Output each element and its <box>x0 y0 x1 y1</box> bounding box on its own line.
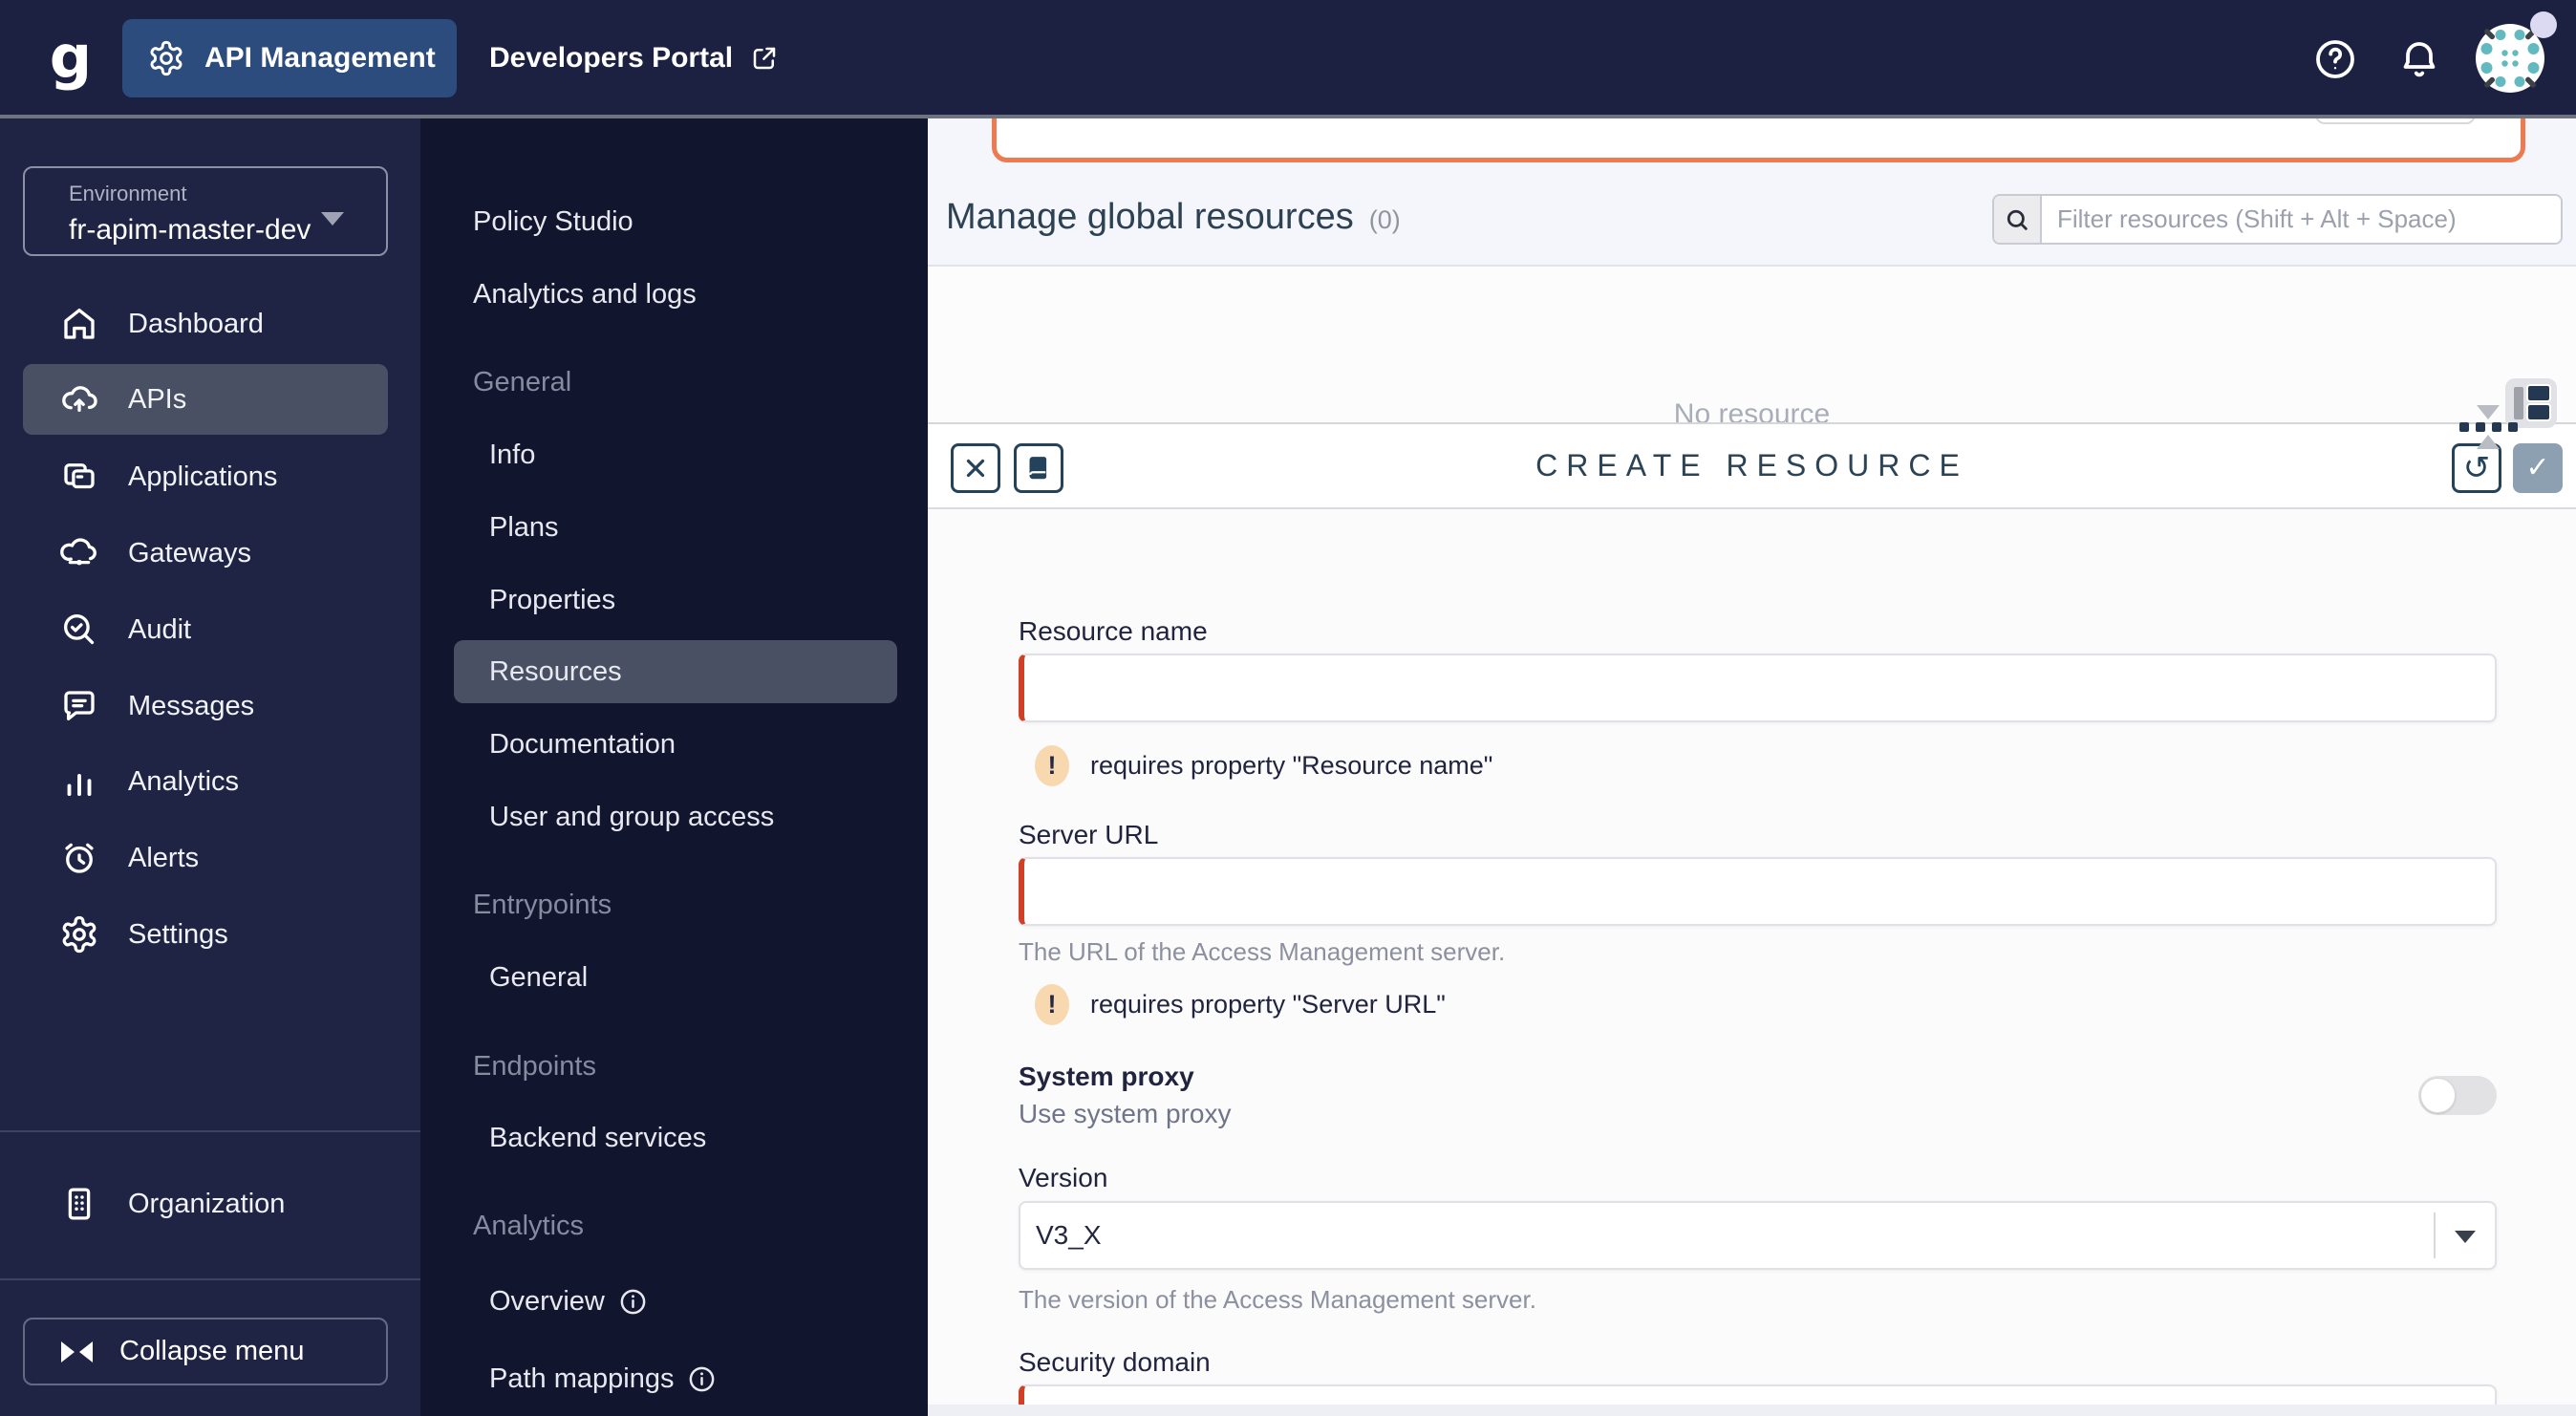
api-menu-section-entrypoints: Entrypoints <box>473 889 612 920</box>
cog-icon <box>147 39 185 77</box>
resource-name-input[interactable] <box>1019 654 2497 722</box>
chevron-down-icon <box>321 212 344 225</box>
chat-bubble-icon <box>59 686 99 726</box>
api-menu-policy-studio[interactable]: Policy Studio <box>473 201 633 243</box>
api-management-button[interactable]: API Management <box>122 19 457 97</box>
panel-resize-handle[interactable] <box>2456 405 2521 449</box>
sidebar-item-messages[interactable]: Messages <box>23 671 388 741</box>
apim-console: Manage global resources (0) No resource <box>0 0 2576 1416</box>
server-url-input[interactable] <box>1019 857 2497 926</box>
external-link-icon <box>750 44 779 73</box>
api-menu-section-endpoints: Endpoints <box>473 1050 596 1082</box>
create-resource-form: Resource name ! requires property "Resou… <box>928 509 2576 1416</box>
main-content: Manage global resources (0) No resource <box>928 80 2576 1416</box>
collapse-icon <box>61 1341 93 1362</box>
api-menu: Policy Studio Analytics and logs General… <box>420 118 928 1416</box>
help-button[interactable] <box>2312 36 2358 82</box>
warning-icon: ! <box>1035 744 1069 786</box>
chevron-down-icon <box>2455 1231 2476 1243</box>
api-menu-entrypoints-general[interactable]: General <box>489 956 588 998</box>
sidebar-item-dashboard[interactable]: Dashboard <box>23 289 388 359</box>
system-proxy-label: System proxy <box>1019 1062 1194 1091</box>
cloud-upload-icon <box>59 379 99 419</box>
chevron-up-icon <box>2477 435 2500 449</box>
sidebar-item-analytics[interactable]: Analytics <box>23 746 388 817</box>
check-icon: ✓ <box>2525 451 2550 484</box>
info-icon <box>618 1287 648 1317</box>
api-menu-resources[interactable]: Resources <box>489 651 622 693</box>
sidebar-item-audit[interactable]: Audit <box>23 594 388 665</box>
sidebar-item-apis[interactable]: APIs <box>23 364 388 435</box>
sidebar-item-settings[interactable]: Settings <box>23 899 388 970</box>
chevron-down-icon <box>2477 405 2500 419</box>
form-bottom-strip <box>928 1405 2576 1416</box>
server-url-hint: The URL of the Access Management server. <box>1019 937 1506 966</box>
page-header: Manage global resources (0) <box>946 197 1401 243</box>
sidebar-item-alerts[interactable]: Alerts <box>23 823 388 893</box>
api-menu-info[interactable]: Info <box>489 434 535 476</box>
sidebar-item-gateways[interactable]: Gateways <box>23 518 388 589</box>
sidebar-item-applications[interactable]: Applications <box>23 441 388 512</box>
avatar-status-badge <box>2530 11 2557 38</box>
server-url-error: ! requires property "Server URL" <box>1035 983 1446 1025</box>
resource-name-error: ! requires property "Resource name" <box>1035 744 1492 786</box>
bar-chart-icon <box>59 762 99 802</box>
version-hint: The version of the Access Management ser… <box>1019 1285 1536 1314</box>
version-select[interactable]: V3_X <box>1019 1201 2497 1270</box>
notifications-button[interactable] <box>2396 36 2442 82</box>
security-domain-label: Security domain <box>1019 1347 1211 1377</box>
environment-sidebar: Environment fr-apim-master-dev Dashboard… <box>0 118 420 1416</box>
reset-button[interactable]: ↺ <box>2452 443 2501 493</box>
environment-selector[interactable]: Environment fr-apim-master-dev <box>23 166 388 256</box>
filter-input[interactable] <box>2042 196 2561 243</box>
info-icon <box>687 1364 717 1394</box>
drag-dots-icon <box>2456 422 2521 432</box>
search-check-icon <box>59 610 99 650</box>
api-menu-plans[interactable]: Plans <box>489 506 559 548</box>
create-resource-panel: CREATE RESOURCE ↺ ✓ Resource name ! requ… <box>928 422 2576 1416</box>
toggle-knob <box>2420 1078 2456 1113</box>
create-resource-header: CREATE RESOURCE ↺ ✓ <box>928 424 2576 509</box>
version-value: V3_X <box>1036 1220 1102 1250</box>
system-proxy-toggle[interactable] <box>2418 1076 2497 1115</box>
copy-icon <box>59 457 99 497</box>
filter-resources[interactable] <box>1992 194 2563 245</box>
panel-title: CREATE RESOURCE <box>1535 448 1968 483</box>
api-menu-user-and-group-access[interactable]: User and group access <box>489 796 774 838</box>
home-icon <box>59 304 99 344</box>
save-button[interactable]: ✓ <box>2513 443 2563 493</box>
gravitee-logo: g <box>49 22 93 92</box>
api-menu-analytics-and-logs[interactable]: Analytics and logs <box>473 273 697 315</box>
sidebar-item-organization[interactable]: Organization <box>23 1169 388 1239</box>
system-proxy-description: Use system proxy <box>1019 1099 1232 1128</box>
api-menu-properties[interactable]: Properties <box>489 579 615 621</box>
server-url-label: Server URL <box>1019 820 1159 849</box>
resource-name-label: Resource name <box>1019 616 1208 646</box>
resource-count: (0) <box>1368 205 1401 234</box>
environment-label: Environment <box>69 182 187 205</box>
sidebar-divider <box>0 1130 420 1132</box>
top-bar: g API Management Developers Portal <box>0 0 2576 118</box>
select-divider <box>2434 1212 2436 1258</box>
developers-portal-link[interactable]: Developers Portal <box>489 19 779 97</box>
api-menu-documentation[interactable]: Documentation <box>489 723 676 765</box>
search-icon <box>1994 196 2042 243</box>
collapse-menu-button[interactable]: Collapse menu <box>23 1318 388 1385</box>
cloud-gateway-icon <box>59 533 99 573</box>
page-title: Manage global resources <box>946 197 1354 237</box>
reset-icon: ↺ <box>2462 449 2491 487</box>
gear-icon <box>59 914 99 955</box>
api-menu-section-general: General <box>473 366 572 397</box>
warning-icon: ! <box>1035 983 1069 1025</box>
alarm-clock-icon <box>59 838 99 878</box>
api-menu-overview[interactable]: Overview <box>489 1280 648 1322</box>
api-menu-path-mappings[interactable]: Path mappings <box>489 1358 717 1400</box>
api-menu-backend-services[interactable]: Backend services <box>489 1117 706 1159</box>
version-label: Version <box>1019 1163 1108 1192</box>
api-menu-section-analytics: Analytics <box>473 1210 585 1241</box>
sidebar-divider <box>0 1278 420 1280</box>
organization-icon <box>59 1184 99 1224</box>
